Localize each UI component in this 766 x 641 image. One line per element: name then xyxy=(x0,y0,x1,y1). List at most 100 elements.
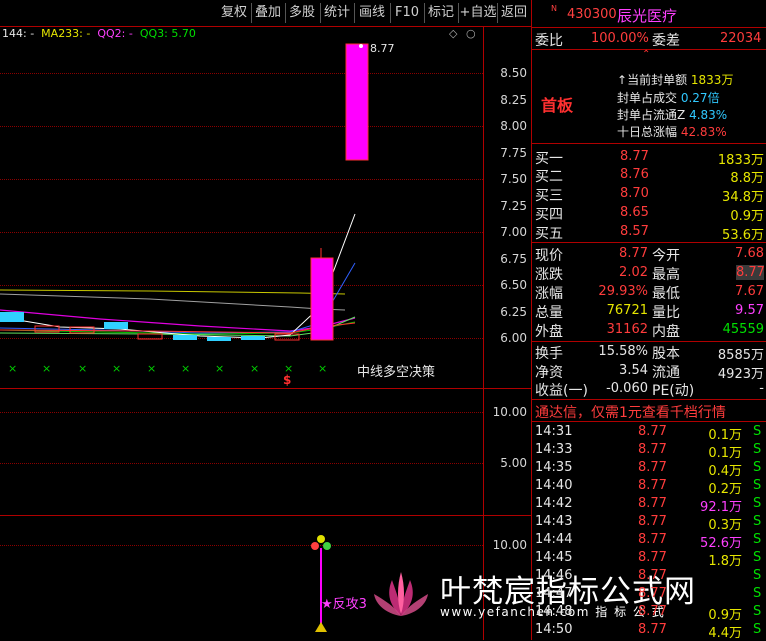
bid-price: 8.70 xyxy=(620,186,649,201)
quote-label: 现价 xyxy=(535,248,563,264)
back-button[interactable]: 返回 xyxy=(498,3,530,23)
quote-value: 29.93% xyxy=(598,284,648,299)
fund-label: 换手 xyxy=(535,346,563,362)
trade-volume: 0.9万 xyxy=(708,608,742,623)
draw-line-button[interactable]: 画线 xyxy=(355,3,389,23)
limit-label: 十日总涨幅 xyxy=(617,125,678,139)
bid-price: 8.77 xyxy=(620,149,649,164)
signal-mark: × xyxy=(112,362,122,375)
ma-blue-line xyxy=(0,262,356,334)
lotus-logo xyxy=(374,572,428,616)
signal-mark: × xyxy=(250,362,260,375)
f10-button[interactable]: F10 xyxy=(391,3,423,23)
bid-label: 买三 xyxy=(535,188,563,204)
strategy-marker: $ xyxy=(283,373,292,387)
peak-marker xyxy=(359,44,363,48)
trade-price: 8.77 xyxy=(638,586,667,601)
candle xyxy=(207,337,231,341)
quote-value: 7.68 xyxy=(735,246,764,261)
trade-volume: 0.3万 xyxy=(708,518,742,533)
fund-label: 收益(一) xyxy=(535,383,588,399)
fund-value: 4923万 xyxy=(717,367,764,382)
grid-line xyxy=(0,545,483,546)
limit-value: 42.83% xyxy=(680,125,727,139)
trade-side: S xyxy=(753,586,762,601)
promo-link[interactable]: 通达信，仅需1元查看千档行情 xyxy=(535,402,726,422)
fund-label: PE(动) xyxy=(652,383,695,399)
weicha-label: 委差 xyxy=(652,33,680,49)
trade-price: 8.77 xyxy=(638,460,667,475)
signal-ball xyxy=(311,542,319,550)
trade-side: S xyxy=(753,604,762,619)
trade-volume: 0.1万 xyxy=(708,446,742,461)
info-icon: ↑ xyxy=(617,73,628,87)
statistics-button[interactable]: 统计 xyxy=(321,3,353,23)
separator xyxy=(531,399,766,400)
fund-label: 流通 xyxy=(652,365,680,381)
limit-up-candle xyxy=(345,43,369,161)
bid-label: 买一 xyxy=(535,151,563,167)
signal-mark: × xyxy=(181,362,191,375)
bid-volume: 1833万 xyxy=(717,153,764,168)
trade-time: 14:50 xyxy=(535,622,573,637)
new-stock-badge: N xyxy=(551,4,557,13)
weibi-value: 100.00% xyxy=(591,31,649,46)
signal-ball xyxy=(323,542,331,550)
add-favorite-button[interactable]: +自选 xyxy=(459,3,497,23)
kline-chart[interactable] xyxy=(0,27,483,387)
separator xyxy=(531,143,766,144)
grid-line xyxy=(0,463,483,464)
fund-value: 3.54 xyxy=(619,363,648,378)
candle xyxy=(241,336,265,340)
trade-time: 14:45 xyxy=(535,550,573,565)
mid-tick: 5.00 xyxy=(500,456,527,470)
quote-value: 8.77 xyxy=(619,246,648,261)
price-tick: 7.50 xyxy=(500,172,527,186)
quote-value: 7.67 xyxy=(735,284,764,299)
trade-volume: 92.1万 xyxy=(700,500,742,515)
quote-value: 9.57 xyxy=(735,303,764,318)
multi-stock-button[interactable]: 多股 xyxy=(286,3,318,23)
candle xyxy=(104,322,128,329)
ma-gray-line xyxy=(0,293,346,311)
trade-time: 14:31 xyxy=(535,424,573,439)
breakout-candle xyxy=(310,257,334,341)
price-tick: 8.50 xyxy=(500,66,527,80)
separator xyxy=(531,341,766,342)
bid-volume: 8.8万 xyxy=(730,171,764,186)
trade-time: 14:42 xyxy=(535,496,573,511)
limit-row: 十日总涨幅 42.83% xyxy=(617,123,727,140)
trade-price: 8.77 xyxy=(638,424,667,439)
bid-price: 8.76 xyxy=(620,167,649,182)
quote-label: 涨幅 xyxy=(535,286,563,302)
signal-mark: × xyxy=(318,362,328,375)
low-tick: 10.00 xyxy=(492,538,527,552)
quote-label: 最高 xyxy=(652,267,680,283)
chart-toolbar: 复权 叠加 多股 统计 画线 F10 标记 +自选 返回 xyxy=(0,0,531,26)
trade-side: S xyxy=(753,532,762,547)
overlay-button[interactable]: 叠加 xyxy=(252,3,284,23)
ma-white-line xyxy=(0,213,356,339)
limit-label: 封单占流通Z xyxy=(617,108,686,122)
trade-time: 14:47 xyxy=(535,586,573,601)
price-tick: 6.25 xyxy=(500,305,527,319)
weibi-label: 委比 xyxy=(535,33,563,49)
limit-value: 1833万 xyxy=(690,73,734,87)
stock-code: 430300 xyxy=(567,7,617,22)
trade-volume: 0.1万 xyxy=(708,428,742,443)
bid-price: 8.65 xyxy=(620,205,649,220)
quote-label: 最低 xyxy=(652,286,680,302)
collapse-icon[interactable]: ⌃ xyxy=(642,49,650,60)
trade-volume: 1.8万 xyxy=(708,554,742,569)
fund-value: - xyxy=(759,381,764,396)
quote-label: 今开 xyxy=(652,248,680,264)
fund-value: 8585万 xyxy=(717,348,764,363)
mark-button[interactable]: 标记 xyxy=(425,3,457,23)
fuquan-button[interactable]: 复权 xyxy=(218,3,250,23)
candle xyxy=(173,335,197,340)
trade-time: 14:44 xyxy=(535,532,573,547)
trade-side: S xyxy=(753,550,762,565)
trade-volume: 4.4万 xyxy=(708,626,742,641)
signal-mark: × xyxy=(147,362,157,375)
attack-signal xyxy=(311,535,331,632)
